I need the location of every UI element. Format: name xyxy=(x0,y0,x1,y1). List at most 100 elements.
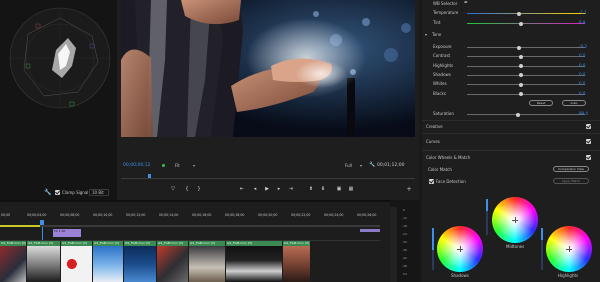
go-to-out-icon[interactable]: ⇥ xyxy=(287,186,295,193)
shadows-label: Shadows xyxy=(451,273,469,278)
extract-icon[interactable]: ⬇ xyxy=(319,186,327,193)
ruler-tick-label: 00;00;08;00 xyxy=(60,213,80,217)
temperature-value[interactable]: -1.1 xyxy=(579,10,587,15)
tone-row-knob[interactable] xyxy=(519,92,523,96)
video-clip[interactable]: GS_FGM.mov [V] xyxy=(93,241,123,282)
tone-row-value[interactable]: 0.0 xyxy=(579,91,585,96)
work-area-bar[interactable] xyxy=(0,225,380,227)
divider xyxy=(422,133,600,134)
step-forward-icon[interactable]: ▸ xyxy=(275,186,283,193)
tone-row-value[interactable]: 0.0 xyxy=(579,81,585,86)
timecode-current[interactable]: 00;00;06;12 xyxy=(123,163,150,168)
face-detection-checkbox[interactable] xyxy=(429,179,434,184)
tint-slider[interactable] xyxy=(467,23,585,24)
tone-row-knob[interactable] xyxy=(519,54,523,59)
tone-row-slider[interactable] xyxy=(467,47,585,48)
saturation-knob[interactable] xyxy=(516,112,520,117)
tone-row-knob[interactable] xyxy=(519,64,523,69)
highlights-color-wheel[interactable] xyxy=(546,226,592,272)
add-button-icon[interactable]: + xyxy=(405,186,413,193)
tone-row-slider[interactable] xyxy=(467,74,585,76)
video-image xyxy=(121,0,415,137)
lift-icon[interactable]: ⬆ xyxy=(307,186,315,193)
midtones-color-wheel[interactable] xyxy=(492,197,538,243)
fx-clip[interactable]: FX 1.0fr xyxy=(53,229,81,237)
quality-select[interactable]: Full xyxy=(345,163,352,168)
clamp-signal-checkbox[interactable] xyxy=(55,190,60,195)
curves-section-label[interactable]: Curves xyxy=(426,139,440,144)
tone-label: Tone xyxy=(432,32,442,37)
video-clip[interactable]: GS_FGM.mov [V] xyxy=(27,241,60,282)
temperature-knob[interactable] xyxy=(517,11,521,16)
quality-dropdown-chevron-icon[interactable]: ▾ xyxy=(360,163,362,168)
midtones-level-slider[interactable] xyxy=(486,199,488,235)
tint-knob[interactable] xyxy=(519,21,523,26)
tint-value[interactable]: 9.8 xyxy=(579,20,585,25)
saturation-label: Saturation xyxy=(433,111,454,116)
play-icon[interactable]: ▶ xyxy=(263,186,271,193)
tone-row-value[interactable]: 0.0 xyxy=(579,72,585,77)
video-clip[interactable]: GS_FGM.mov [V] xyxy=(0,241,26,282)
curves-checkbox[interactable] xyxy=(586,139,591,144)
tint-label: Tint xyxy=(433,20,441,25)
fx-clip-label: FX 1.0fr xyxy=(54,229,66,233)
tone-row-slider[interactable] xyxy=(467,84,585,86)
comparison-view-icon[interactable]: ▦ xyxy=(347,186,355,193)
saturation-value[interactable]: 98.4 xyxy=(579,111,588,116)
tone-row-slider[interactable] xyxy=(467,93,585,95)
wheels-section-label[interactable]: Color Wheels & Match xyxy=(426,155,470,160)
wheels-checkbox[interactable] xyxy=(586,155,591,160)
shadows-level-slider[interactable] xyxy=(432,228,434,270)
bit-depth-value: 10 Bit xyxy=(92,190,104,195)
highlights-level-slider[interactable] xyxy=(541,228,543,270)
ruler-tick-label: 00;00;04;00 xyxy=(27,213,47,217)
tone-row-knob[interactable] xyxy=(519,73,523,78)
video-clip[interactable]: GS_FGM.mov [V] xyxy=(61,241,92,282)
tone-row-label: Contrast xyxy=(433,53,451,59)
settings-wrench-icon[interactable]: 🔧 xyxy=(369,162,375,168)
export-frame-icon[interactable]: ▣ xyxy=(335,186,343,193)
bit-depth-select[interactable]: 10 Bit xyxy=(89,189,109,196)
marker-icon[interactable]: ▽ xyxy=(169,186,177,193)
clip-label: GS_FGM.mov [V] xyxy=(94,241,120,245)
meter-scale: -6 -12 -18 -24 -30 -36 -42 -48 -54 xyxy=(402,208,418,282)
creative-section-label[interactable]: Creative xyxy=(426,124,443,129)
video-clip[interactable]: GS_FGM.mov [V] xyxy=(157,241,188,282)
video-clip[interactable]: GS_FGM.mov [V] xyxy=(124,241,156,282)
monitor-scrub-bar[interactable] xyxy=(121,172,415,182)
video-clip[interactable]: GS_FGM.mov [V] xyxy=(226,241,282,282)
tone-row-value[interactable]: -0.3 xyxy=(579,44,587,49)
video-clip[interactable]: GS_FGM.mov [V] xyxy=(283,241,310,282)
apply-match-button[interactable]: Apply Match xyxy=(553,178,589,184)
tone-row-value[interactable]: 0.0 xyxy=(579,63,585,68)
shadows-color-wheel[interactable] xyxy=(437,226,483,272)
zoom-select[interactable]: Fit xyxy=(175,163,180,168)
step-back-icon[interactable]: ◂ xyxy=(251,186,259,193)
tone-chevron-icon[interactable]: ▾ xyxy=(425,32,427,37)
clip-thumbnail xyxy=(157,246,188,282)
zoom-dropdown-chevron-icon[interactable]: ▾ xyxy=(193,163,195,168)
tone-row-knob[interactable] xyxy=(519,82,523,87)
comparison-view-button[interactable]: Comparison View xyxy=(553,166,589,172)
go-to-in-icon[interactable]: ⇤ xyxy=(238,186,246,193)
video-clip[interactable]: GS_FGM.mov [V] xyxy=(189,241,225,282)
tone-row-knob[interactable] xyxy=(517,45,521,50)
clip-thumbnail xyxy=(226,246,282,282)
tone-row-slider[interactable] xyxy=(467,56,585,58)
eyedropper-icon[interactable]: ✒ xyxy=(464,0,468,6)
auto-button[interactable]: Auto xyxy=(562,100,586,106)
tone-row-value[interactable]: 0.0 xyxy=(579,53,585,58)
creative-checkbox[interactable] xyxy=(586,124,591,129)
meter-scale-label: -30 xyxy=(402,240,407,244)
mark-in-icon[interactable]: { xyxy=(183,186,191,193)
shadows-crosshair-icon xyxy=(457,246,463,252)
timeline-ruler[interactable]: 00;00 00;00;04;00 00;00;08;00 00;00;10;00 00… xyxy=(0,213,390,222)
tone-row-slider[interactable] xyxy=(467,65,585,67)
monitor-playhead[interactable] xyxy=(148,174,151,178)
temperature-slider[interactable] xyxy=(467,13,585,14)
reset-button[interactable]: Reset xyxy=(529,100,553,106)
wrench-icon[interactable]: 🔧 xyxy=(44,189,51,196)
ruler-tick-label: 00;00;22;00 xyxy=(291,213,311,217)
saturation-slider[interactable] xyxy=(467,114,585,115)
mark-out-icon[interactable]: } xyxy=(195,186,203,193)
